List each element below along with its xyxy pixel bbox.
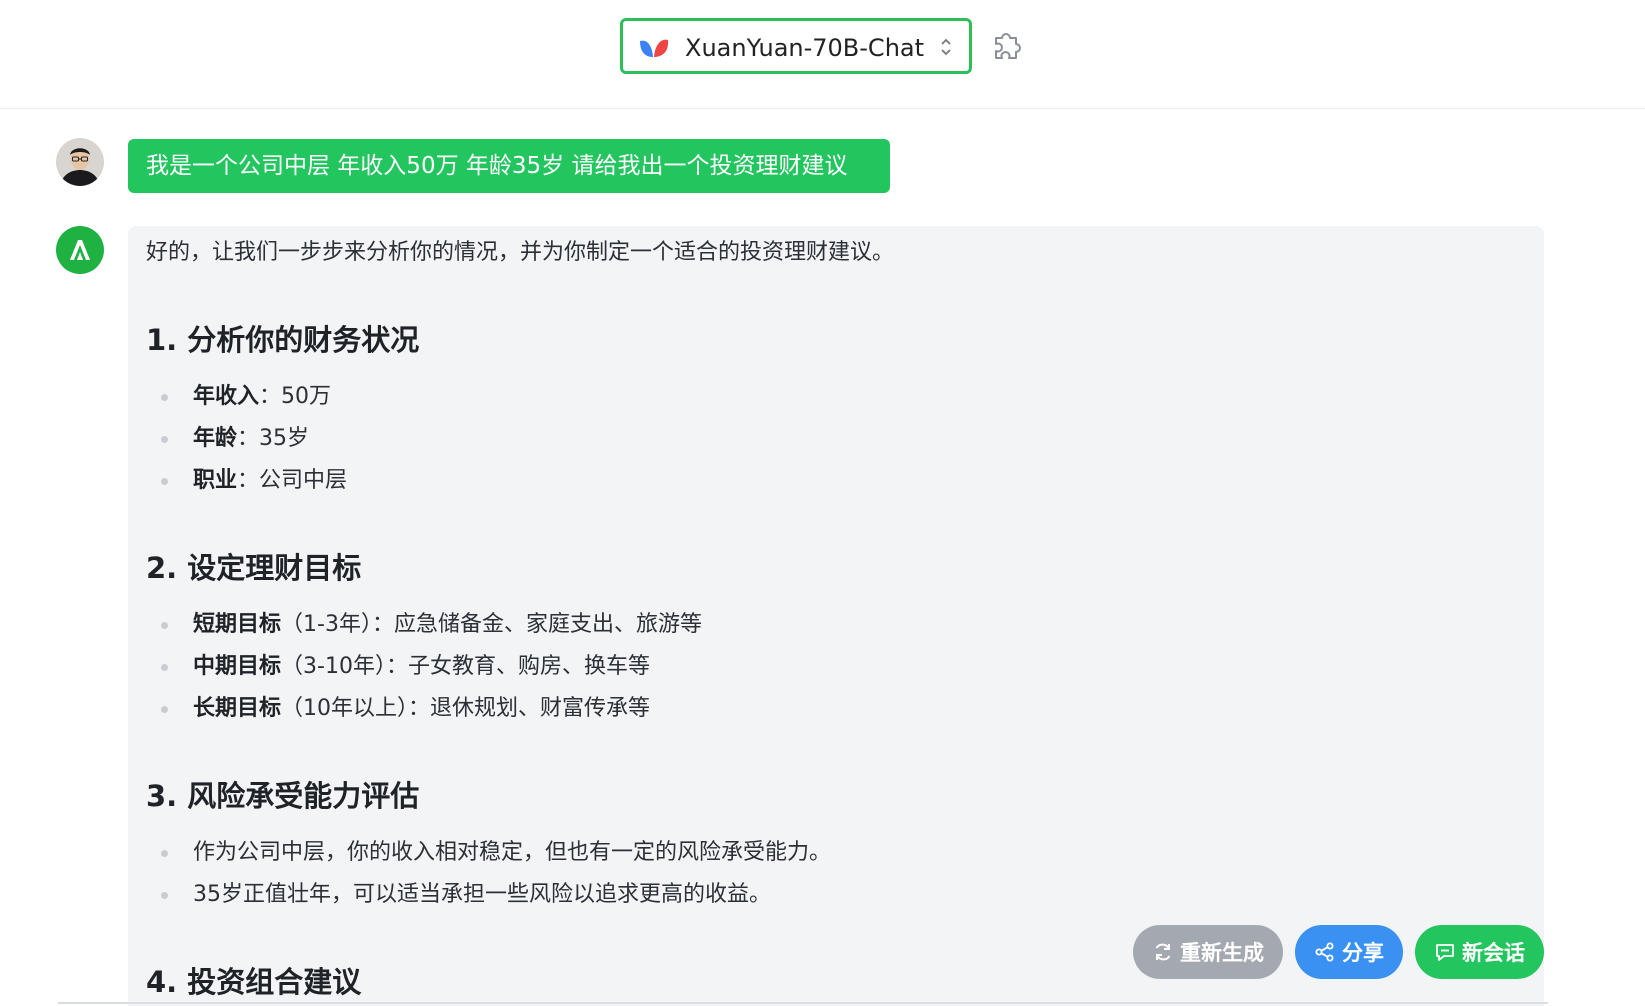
item-text: 子女教育、购房、换车等 bbox=[407, 654, 650, 679]
list-item: 中期目标（3-10年）：子女教育、购房、换车等 bbox=[146, 646, 702, 688]
bullet-list: 作为公司中层，你的收入相对稳定，但也有一定的风险承受能力。 35岁正值壮年，可以… bbox=[146, 832, 831, 916]
item-text: 退休规划、财富传承等 bbox=[430, 696, 651, 721]
item-separator: （1-3年）： bbox=[281, 612, 394, 637]
item-text: 作为公司中层，你的收入相对稳定，但也有一定的风险承受能力。 bbox=[193, 840, 832, 865]
assistant-avatar bbox=[56, 226, 104, 274]
item-separator: ： bbox=[237, 426, 260, 451]
refresh-icon bbox=[1155, 943, 1171, 961]
list-item: 长期目标（10年以上）：退休规划、财富传承等 bbox=[146, 688, 702, 730]
assistant-message: 好的，让我们一步步来分析你的情况，并为你制定一个适合的投资理财建议。 1. 分析… bbox=[128, 226, 1544, 1006]
item-label: 年龄 bbox=[193, 426, 238, 451]
new-chat-button[interactable]: 新会话 bbox=[1415, 925, 1544, 979]
section-heading: 3. 风险承受能力评估 bbox=[146, 779, 420, 813]
assistant-intro: 好的，让我们一步步来分析你的情况，并为你制定一个适合的投资理财建议。 bbox=[146, 240, 895, 265]
list-item: 短期目标（1-3年）：应急储备金、家庭支出、旅游等 bbox=[146, 604, 702, 646]
list-item: 年龄：35岁 bbox=[146, 418, 347, 460]
item-separator: ： bbox=[259, 384, 282, 409]
item-separator: （10年以上）： bbox=[281, 696, 431, 721]
regenerate-label: 重新生成 bbox=[1180, 941, 1264, 965]
user-message: 我是一个公司中层 年收入50万 年龄35岁 请给我出一个投资理财建议 bbox=[128, 139, 890, 193]
regenerate-button[interactable]: 重新生成 bbox=[1133, 925, 1283, 979]
item-text: 50万 bbox=[281, 384, 332, 409]
list-item: 年收入：50万 bbox=[146, 376, 347, 418]
item-separator: （3-10年）： bbox=[281, 654, 408, 679]
item-label: 中期目标 bbox=[193, 654, 282, 679]
input-area-divider bbox=[58, 1002, 1548, 1004]
section-heading: 1. 分析你的财务状况 bbox=[146, 323, 420, 357]
item-text: 公司中层 bbox=[259, 468, 348, 493]
item-label: 长期目标 bbox=[193, 696, 282, 721]
item-label: 职业 bbox=[193, 468, 238, 493]
list-item: 作为公司中层，你的收入相对稳定，但也有一定的风险承受能力。 bbox=[146, 832, 831, 874]
share-button[interactable]: 分享 bbox=[1295, 925, 1403, 979]
user-avatar bbox=[56, 138, 104, 186]
puzzle-icon[interactable] bbox=[990, 26, 1026, 62]
item-text: 35岁 bbox=[259, 426, 310, 451]
bullet-list: 短期目标（1-3年）：应急储备金、家庭支出、旅游等 中期目标（3-10年）：子女… bbox=[146, 604, 702, 730]
top-bar: XuanYuan-70B-Chat bbox=[0, 0, 1645, 109]
chat-bubble-icon bbox=[1436, 944, 1454, 961]
item-separator: ： bbox=[237, 468, 260, 493]
bullet-list: 年收入：50万 年龄：35岁 职业：公司中层 bbox=[146, 376, 347, 502]
list-item: 35岁正值壮年，可以适当承担一些风险以追求更高的收益。 bbox=[146, 874, 831, 916]
select-chevrons-icon bbox=[941, 38, 951, 56]
list-item: 职业：公司中层 bbox=[146, 460, 347, 502]
item-label: 年收入 bbox=[193, 384, 260, 409]
assistant-logo-icon bbox=[70, 240, 90, 260]
share-label: 分享 bbox=[1342, 941, 1384, 965]
section-heading: 2. 设定理财目标 bbox=[146, 551, 362, 585]
item-text: 应急储备金、家庭支出、旅游等 bbox=[393, 612, 702, 637]
new-chat-label: 新会话 bbox=[1462, 941, 1525, 965]
model-selector[interactable]: XuanYuan-70B-Chat bbox=[620, 18, 972, 74]
butterfly-logo-icon bbox=[640, 39, 669, 57]
share-icon bbox=[1315, 942, 1334, 962]
item-label: 短期目标 bbox=[193, 612, 282, 637]
item-text: 35岁正值壮年，可以适当承担一些风险以追求更高的收益。 bbox=[193, 882, 771, 907]
model-name: XuanYuan-70B-Chat bbox=[685, 34, 925, 62]
section-heading: 4. 投资组合建议 bbox=[146, 965, 362, 999]
